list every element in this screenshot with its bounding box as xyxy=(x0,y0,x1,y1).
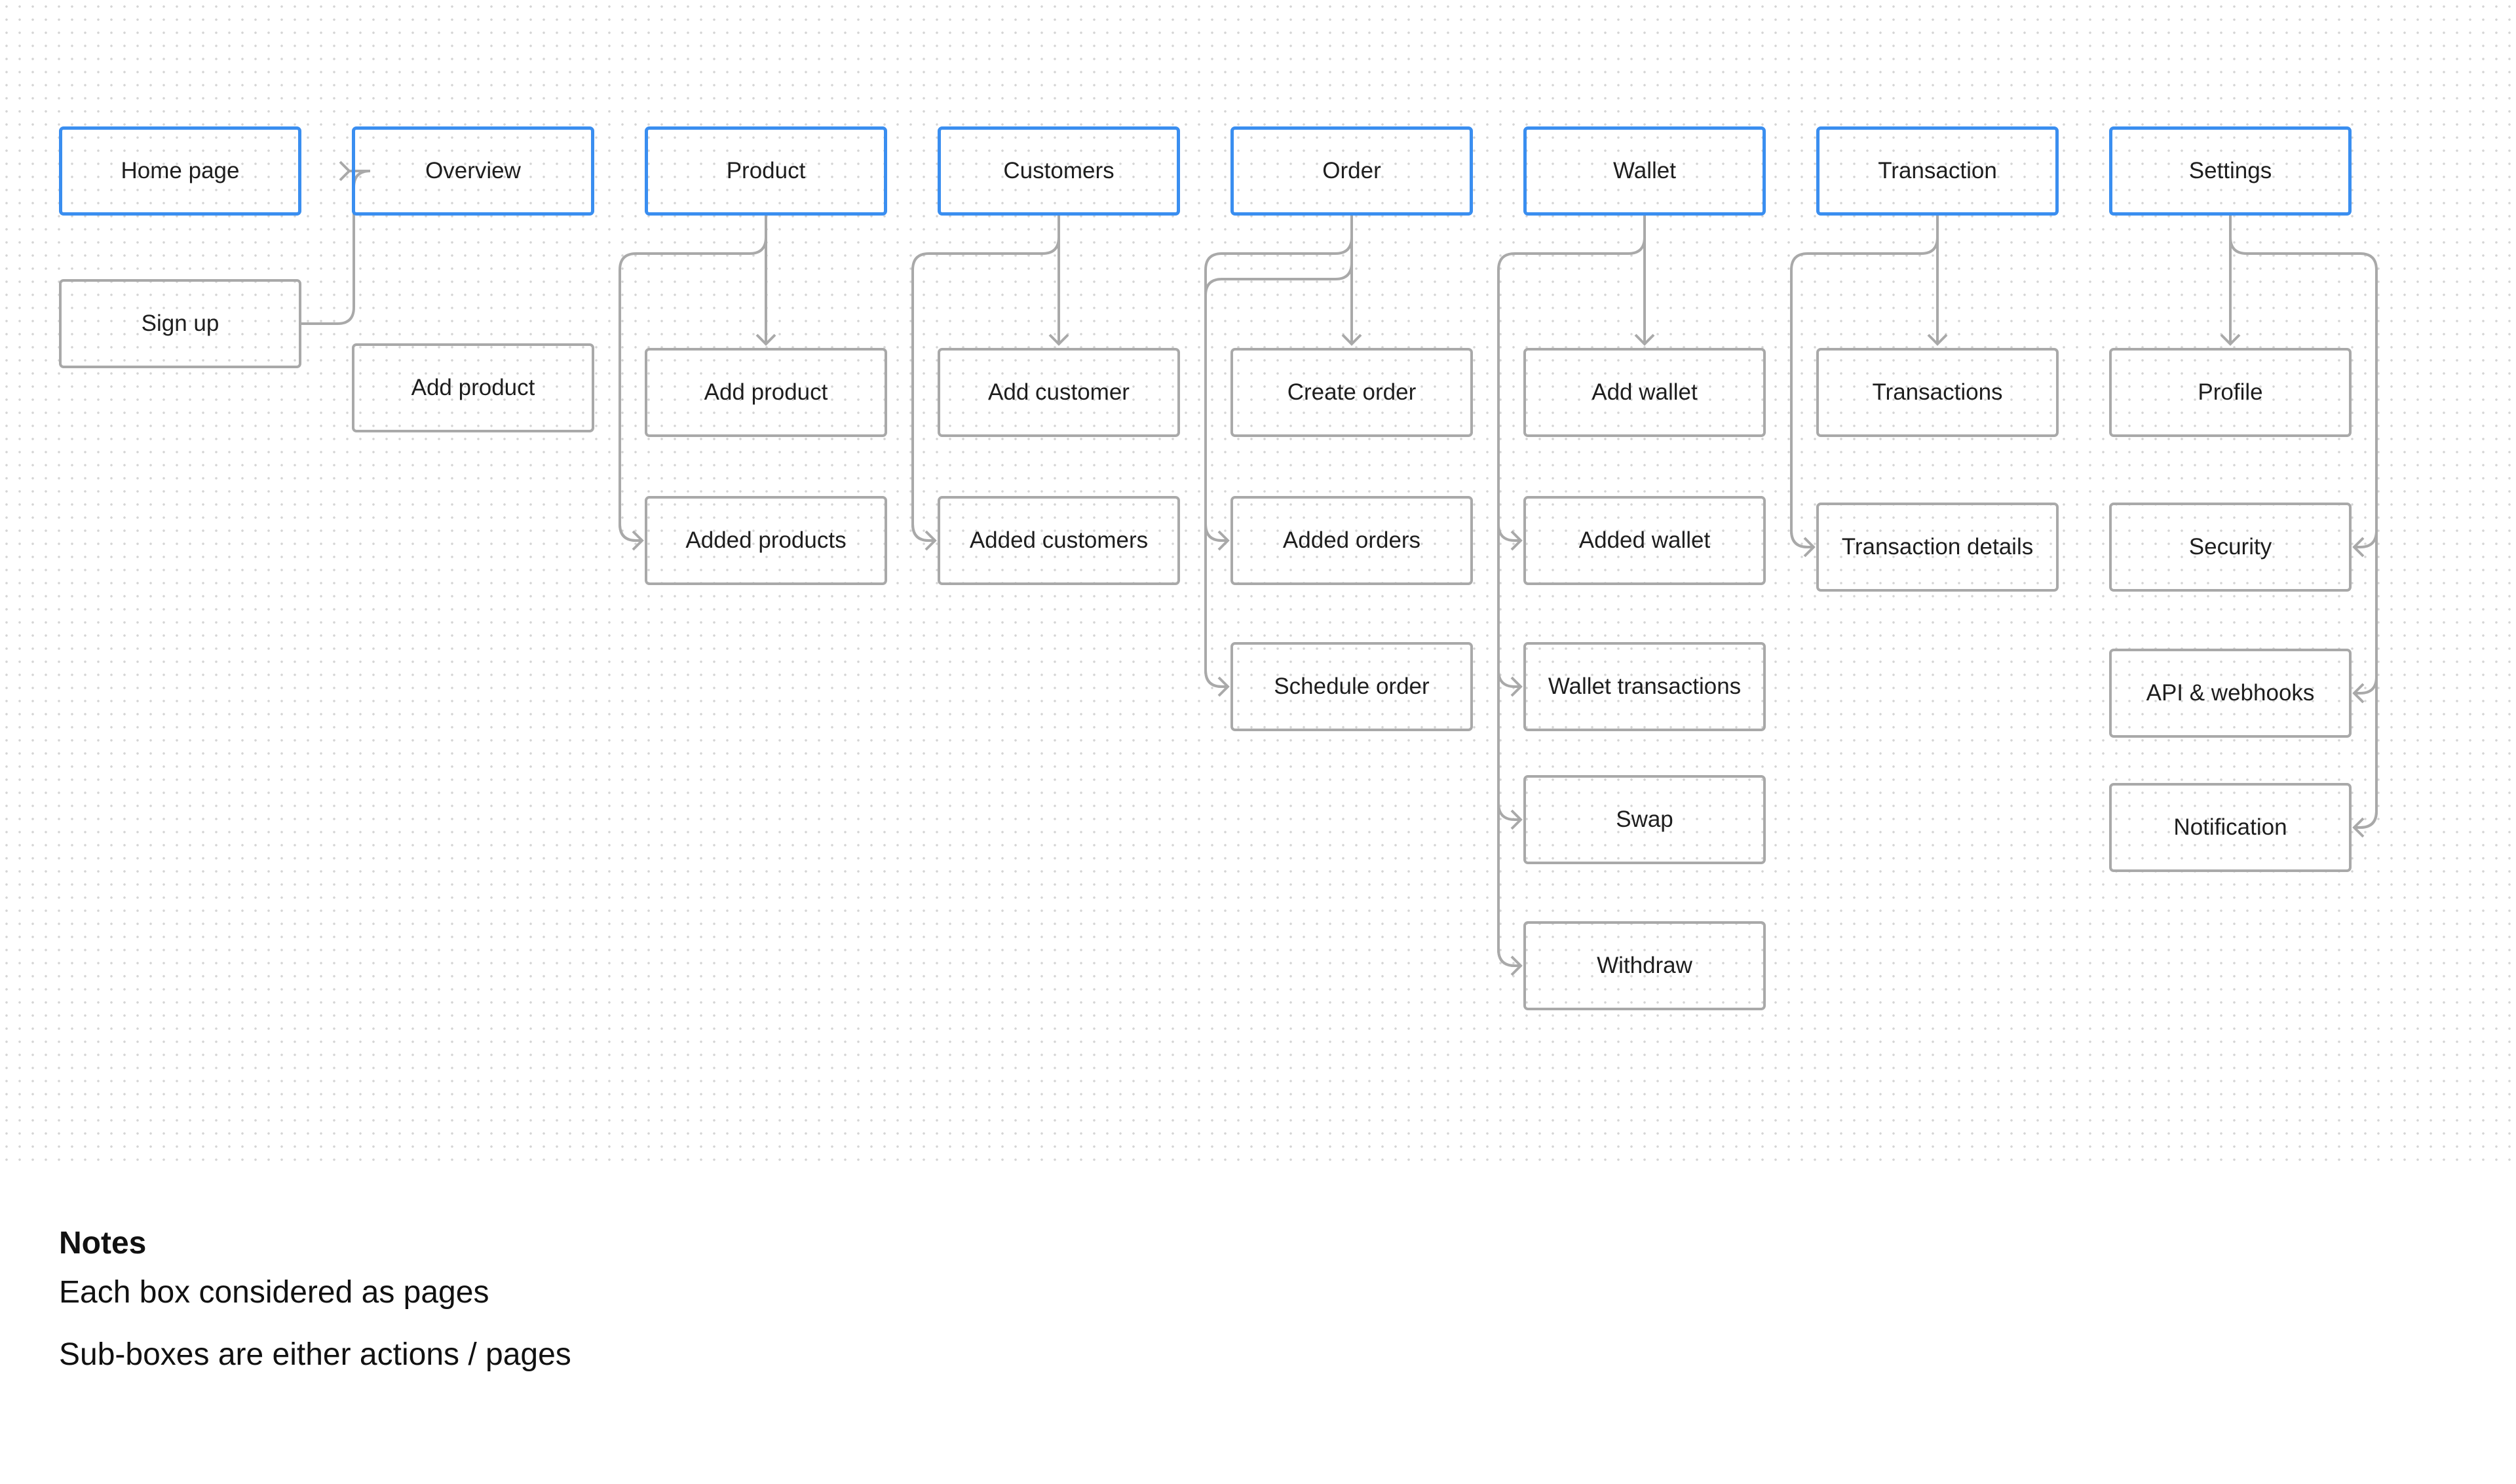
sub-box-wallet-transactions[interactable]: Wallet transactions xyxy=(1523,642,1766,731)
diagram-canvas: Home page Sign up Overview Add product Produ… xyxy=(0,0,2516,1164)
arrow-head-icon xyxy=(339,161,351,181)
sub-box-create-order[interactable]: Create order xyxy=(1230,348,1473,437)
notes-line: Each box considered as pages xyxy=(59,1275,489,1310)
sub-box-security[interactable]: Security xyxy=(2109,503,2352,592)
notes-line: Sub-boxes are either actions / pages xyxy=(59,1337,571,1372)
notes-title: Notes xyxy=(59,1226,147,1261)
sub-box-withdraw[interactable]: Withdraw xyxy=(1523,921,1766,1010)
sub-box-swap[interactable]: Swap xyxy=(1523,775,1766,864)
sub-box-transactions[interactable]: Transactions xyxy=(1816,348,2059,437)
sub-box-added-wallet[interactable]: Added wallet xyxy=(1523,496,1766,585)
page-box-customers[interactable]: Customers xyxy=(938,126,1180,216)
page-box-product[interactable]: Product xyxy=(645,126,887,216)
sub-box-add-product[interactable]: Add product xyxy=(352,343,594,432)
page-box-home-page[interactable]: Home page xyxy=(59,126,301,216)
sub-box-added-products[interactable]: Added products xyxy=(645,496,887,585)
sub-box-add-product[interactable]: Add product xyxy=(645,348,887,437)
sub-box-added-orders[interactable]: Added orders xyxy=(1230,496,1473,585)
page-box-order[interactable]: Order xyxy=(1230,126,1473,216)
page-box-transaction[interactable]: Transaction xyxy=(1816,126,2059,216)
page-box-wallet[interactable]: Wallet xyxy=(1523,126,1766,216)
page-box-overview[interactable]: Overview xyxy=(352,126,594,216)
sub-box-add-customer[interactable]: Add customer xyxy=(938,348,1180,437)
sub-box-sign-up[interactable]: Sign up xyxy=(59,279,301,368)
sub-box-schedule-order[interactable]: Schedule order xyxy=(1230,642,1473,731)
sub-box-profile[interactable]: Profile xyxy=(2109,348,2352,437)
sub-box-added-customers[interactable]: Added customers xyxy=(938,496,1180,585)
connector-branch xyxy=(1204,216,1353,688)
page-box-settings[interactable]: Settings xyxy=(2109,126,2352,216)
sub-box-notification[interactable]: Notification xyxy=(2109,783,2352,872)
notes-section: Notes Each box considered as pages Sub-b… xyxy=(59,1225,571,1399)
sub-box-transaction-details[interactable]: Transaction details xyxy=(1816,503,2059,592)
sub-box-add-wallet[interactable]: Add wallet xyxy=(1523,348,1766,437)
sub-box-api-webhooks[interactable]: API & webhooks xyxy=(2109,649,2352,738)
